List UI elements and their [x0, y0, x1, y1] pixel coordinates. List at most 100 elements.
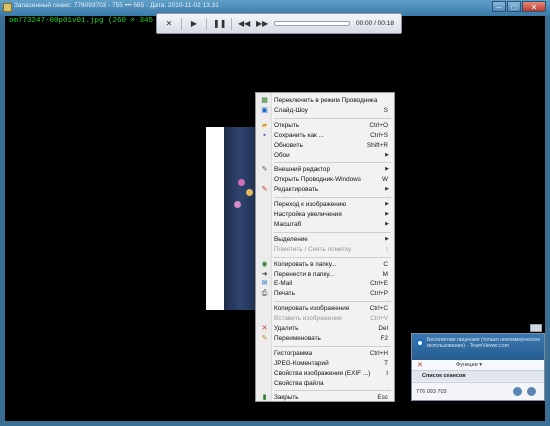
- teamviewer-logo-icon: [416, 339, 424, 347]
- menu-item[interactable]: ⎙ Печать Ctrl+P: [258, 289, 392, 298]
- menu-item-shortcut: Shift+R: [366, 141, 388, 149]
- submenu-arrow-icon: ▶: [385, 220, 389, 227]
- menu-item-label: Копировать изображение: [274, 305, 350, 313]
- flower-embroidery: [238, 179, 245, 186]
- menu-item-label: Гистограмма: [274, 349, 313, 357]
- stop-icon[interactable]: ✕: [163, 18, 175, 30]
- menu-item[interactable]: ✉ E-Mail Ctrl+E: [258, 279, 392, 288]
- close-session-icon[interactable]: ✕: [417, 361, 423, 369]
- menu-separator: [274, 390, 391, 392]
- menu-item-label: Масштаб: [274, 220, 302, 228]
- maximize-button[interactable]: □: [507, 1, 521, 12]
- menu-item[interactable]: Гистограмма Ctrl+H: [258, 349, 392, 358]
- menu-separator: [274, 197, 391, 199]
- menu-item[interactable]: ▰ Открыть Ctrl+O: [258, 121, 392, 130]
- panel-toggle-button[interactable]: [530, 324, 542, 332]
- menu-item-shortcut: M: [382, 270, 388, 278]
- settings-icon[interactable]: [527, 387, 536, 396]
- menu-item-shortcut: Ctrl+C: [369, 305, 388, 313]
- seek-slider[interactable]: [274, 21, 350, 26]
- menu-item-label: Пометить / Снять пометку: [274, 245, 352, 253]
- email-icon: ✉: [261, 280, 268, 288]
- menu-item-shortcut: I: [386, 369, 388, 377]
- submenu-arrow-icon: ▶: [385, 151, 389, 158]
- menu-item[interactable]: ✕ Удалить Del: [258, 324, 392, 333]
- menu-item[interactable]: Свойства файла: [258, 379, 392, 388]
- menu-item[interactable]: ▪ Сохранить как ... Ctrl+S: [258, 131, 392, 140]
- menu-item-label: Внешний редактор: [274, 166, 330, 174]
- menu-item-shortcut: Ctrl+P: [370, 290, 388, 298]
- flower-embroidery: [246, 189, 253, 196]
- menu-item: Пометить / Снять пометку \: [258, 245, 392, 254]
- play-icon[interactable]: ▶: [188, 18, 200, 30]
- menu-item[interactable]: Обои ▶: [258, 151, 392, 160]
- menu-item-label: Переключить в режим Проводника: [274, 97, 378, 104]
- menu-item-label: Открыть Проводник-Windows: [274, 176, 361, 184]
- sessions-list-header[interactable]: Список сеансов: [412, 371, 544, 381]
- license-notice[interactable]: Бесплатная лицензия (только некоммерческ…: [427, 337, 542, 349]
- copy-to-folder-icon: ◉: [261, 260, 268, 268]
- context-menu: ▦ Переключить в режим Проводника ▣ Слайд-Шо…: [255, 92, 395, 402]
- menu-item-label: Закрыть: [274, 394, 299, 402]
- menu-separator: [274, 301, 391, 303]
- session-id: 776 093 703: [416, 389, 447, 395]
- menu-item-label: Настройка увеличения: [274, 211, 342, 218]
- menu-item[interactable]: ▮ Закрыть Esc: [258, 393, 392, 402]
- menu-item-label: Удалить: [274, 325, 299, 332]
- submenu-arrow-icon: ▶: [385, 235, 389, 242]
- menu-item-label: Редактировать: [274, 186, 319, 194]
- menu-item[interactable]: ✎ Переименовать F2: [258, 334, 392, 343]
- menu-item[interactable]: Масштаб ▶: [258, 220, 392, 229]
- chat-icon[interactable]: [513, 387, 522, 396]
- menu-item: Вставить изображение Ctrl+V: [258, 314, 392, 323]
- sessions-label: Список сеансов: [422, 373, 466, 379]
- menu-item-label: Вставить изображение: [274, 315, 343, 323]
- menu-item-label: Перенести в папку...: [274, 270, 335, 278]
- pause-icon[interactable]: ❚❚: [213, 18, 226, 30]
- rewind-icon[interactable]: ◀◀: [238, 18, 250, 30]
- menu-item-shortcut: Ctrl+V: [370, 315, 388, 323]
- window-controls: – □ ✕: [492, 1, 546, 12]
- menu-item[interactable]: ✎ Внешний редактор ▶: [258, 165, 392, 174]
- teamviewer-toolbar: ✕ Функции ▾: [412, 360, 544, 371]
- session-row[interactable]: 776 093 703: [412, 382, 544, 400]
- window-title: Запасенный сеанс: 776093703 - 755 ••• 56…: [14, 2, 219, 9]
- menu-item-label: Выделение: [274, 235, 308, 243]
- menu-item-label: Обновить: [274, 141, 303, 149]
- menu-item[interactable]: ▣ Слайд-Шоу S: [258, 106, 392, 115]
- menu-item[interactable]: Копировать изображение Ctrl+C: [258, 304, 392, 313]
- delete-icon: ✕: [261, 325, 268, 332]
- submenu-arrow-icon: ▶: [385, 201, 389, 208]
- app-icon[interactable]: [3, 3, 12, 12]
- menu-item-label: Переименовать: [274, 334, 321, 342]
- menu-item[interactable]: ✎ Редактировать ▶: [258, 185, 392, 194]
- menu-item-shortcut: Ctrl+O: [369, 121, 388, 129]
- close-button[interactable]: ✕: [522, 1, 546, 12]
- menu-item[interactable]: ▦ Переключить в режим Проводника: [258, 96, 392, 105]
- menu-item-shortcut: C: [383, 260, 388, 268]
- menu-item[interactable]: Выделение ▶: [258, 235, 392, 244]
- menu-item-shortcut: \: [386, 245, 388, 253]
- functions-menu[interactable]: Функции ▾: [456, 362, 482, 368]
- fast-forward-icon[interactable]: ▶▶: [256, 18, 268, 30]
- jeans-picture: [224, 127, 258, 310]
- menu-item[interactable]: JPEG-Коментарий T: [258, 359, 392, 368]
- explorer-icon: ▦: [261, 97, 268, 104]
- menu-item-shortcut: Ctrl+H: [369, 349, 388, 357]
- menu-item-shortcut: Ctrl+S: [370, 131, 388, 139]
- minimize-button[interactable]: –: [492, 1, 506, 12]
- menu-item[interactable]: Обновить Shift+R: [258, 141, 392, 150]
- slideshow-icon: ▣: [261, 106, 268, 114]
- submenu-arrow-icon: ▶: [385, 186, 389, 193]
- menu-item[interactable]: Открыть Проводник-Windows W: [258, 175, 392, 184]
- menu-separator: [274, 162, 391, 164]
- menu-item[interactable]: Настройка увеличения ▶: [258, 210, 392, 219]
- menu-item[interactable]: Переход к изображению ▶: [258, 200, 392, 209]
- menu-item[interactable]: ◉ Копировать в папку... C: [258, 260, 392, 269]
- print-icon: ⎙: [261, 290, 268, 298]
- menu-item-label: Копировать в папку...: [274, 260, 337, 268]
- menu-item[interactable]: Свойства изображения (EXIF ...) I: [258, 369, 392, 378]
- editor-icon: ✎: [261, 166, 268, 174]
- menu-item[interactable]: ➜ Перенести в папку... M: [258, 270, 392, 279]
- close-door-icon: ▮: [262, 394, 267, 402]
